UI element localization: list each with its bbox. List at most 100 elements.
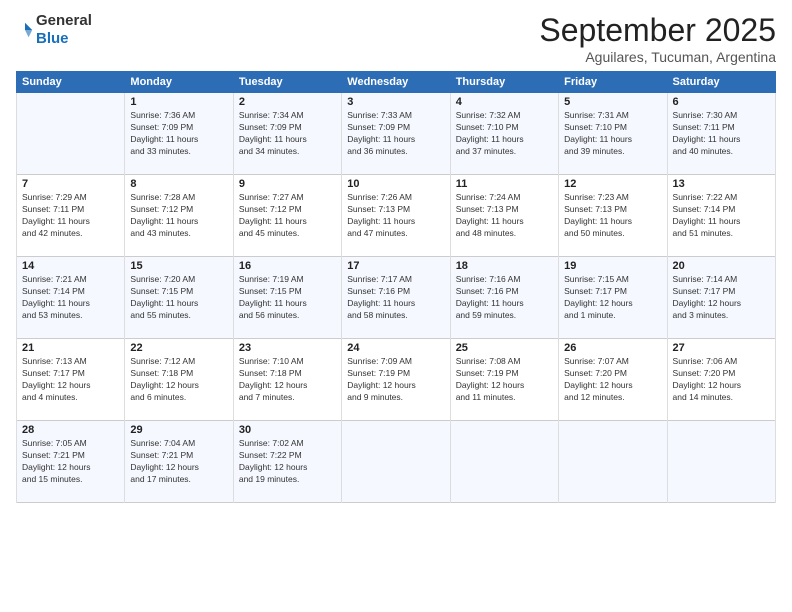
day-info: Sunrise: 7:27 AM Sunset: 7:12 PM Dayligh…: [239, 192, 336, 240]
day-number: 22: [130, 342, 227, 354]
day-cell: 27 Sunrise: 7:06 AM Sunset: 7:20 PM Dayli…: [667, 339, 775, 421]
day-cell: 21 Sunrise: 7:13 AM Sunset: 7:17 PM Dayli…: [17, 339, 125, 421]
logo-blue: Blue: [36, 30, 92, 48]
header-tuesday: Tuesday: [233, 72, 341, 93]
day-cell: 12 Sunrise: 7:23 AM Sunset: 7:13 PM Dayli…: [559, 175, 667, 257]
day-info: Sunrise: 7:05 AM Sunset: 7:21 PM Dayligh…: [22, 438, 119, 486]
day-info: Sunrise: 7:14 AM Sunset: 7:17 PM Dayligh…: [673, 274, 770, 322]
day-number: 25: [456, 342, 553, 354]
day-cell: 24Sunrise: 7:09 AM Sunset: 7:19 PM Dayli…: [342, 339, 450, 421]
day-number: 3: [347, 96, 444, 108]
day-info: Sunrise: 7:07 AM Sunset: 7:20 PM Dayligh…: [564, 356, 661, 404]
week-row-2: 7Sunrise: 7:29 AM Sunset: 7:11 PM Daylig…: [17, 175, 776, 257]
page: General Blue September 2025 Aguilares, T…: [0, 0, 792, 612]
day-cell: 29Sunrise: 7:04 AM Sunset: 7:21 PM Dayli…: [125, 421, 233, 503]
day-number: 27: [673, 342, 770, 354]
day-info: Sunrise: 7:13 AM Sunset: 7:17 PM Dayligh…: [22, 356, 119, 404]
title-block: September 2025 Aguilares, Tucuman, Argen…: [539, 12, 776, 65]
day-cell: 16 Sunrise: 7:19 AM Sunset: 7:15 PM Dayli…: [233, 257, 341, 339]
day-number: 28: [22, 424, 119, 436]
day-cell: [667, 421, 775, 503]
day-number: 21: [22, 342, 119, 354]
week-row-3: 14 Sunrise: 7:21 AM Sunset: 7:14 PM Dayli…: [17, 257, 776, 339]
day-number: 8: [130, 178, 227, 190]
day-cell: [559, 421, 667, 503]
logo-icon: [16, 21, 34, 39]
calendar-body: 1Sunrise: 7:36 AM Sunset: 7:09 PM Daylig…: [17, 93, 776, 503]
day-info: Sunrise: 7:19 AM Sunset: 7:15 PM Dayligh…: [239, 274, 336, 322]
day-cell: [342, 421, 450, 503]
week-row-5: 28 Sunrise: 7:05 AM Sunset: 7:21 PM Dayli…: [17, 421, 776, 503]
day-cell: 7Sunrise: 7:29 AM Sunset: 7:11 PM Daylig…: [17, 175, 125, 257]
day-cell: 19 Sunrise: 7:15 AM Sunset: 7:17 PM Dayli…: [559, 257, 667, 339]
day-cell: 18 Sunrise: 7:16 AM Sunset: 7:16 PM Dayli…: [450, 257, 558, 339]
day-number: 15: [130, 260, 227, 272]
header-thursday: Thursday: [450, 72, 558, 93]
day-cell: 9 Sunrise: 7:27 AM Sunset: 7:12 PM Daylig…: [233, 175, 341, 257]
logo-general: General: [36, 12, 92, 30]
day-number: 26: [564, 342, 661, 354]
day-info: Sunrise: 7:17 AM Sunset: 7:16 PM Dayligh…: [347, 274, 444, 322]
month-title: September 2025: [539, 12, 776, 49]
day-cell: 22 Sunrise: 7:12 AM Sunset: 7:18 PM Dayli…: [125, 339, 233, 421]
calendar-header-row: SundayMondayTuesdayWednesdayThursdayFrid…: [17, 72, 776, 93]
day-cell: 13Sunrise: 7:22 AM Sunset: 7:14 PM Dayli…: [667, 175, 775, 257]
day-cell: 6 Sunrise: 7:30 AM Sunset: 7:11 PM Daylig…: [667, 93, 775, 175]
day-cell: 26 Sunrise: 7:07 AM Sunset: 7:20 PM Dayli…: [559, 339, 667, 421]
header-friday: Friday: [559, 72, 667, 93]
day-number: 19: [564, 260, 661, 272]
day-number: 18: [456, 260, 553, 272]
day-info: Sunrise: 7:08 AM Sunset: 7:19 PM Dayligh…: [456, 356, 553, 404]
day-info: Sunrise: 7:02 AM Sunset: 7:22 PM Dayligh…: [239, 438, 336, 486]
calendar-table: SundayMondayTuesdayWednesdayThursdayFrid…: [16, 71, 776, 503]
day-cell: 3Sunrise: 7:33 AM Sunset: 7:09 PM Daylig…: [342, 93, 450, 175]
day-number: 1: [130, 96, 227, 108]
day-cell: 10Sunrise: 7:26 AM Sunset: 7:13 PM Dayli…: [342, 175, 450, 257]
day-info: Sunrise: 7:21 AM Sunset: 7:14 PM Dayligh…: [22, 274, 119, 322]
day-info: Sunrise: 7:15 AM Sunset: 7:17 PM Dayligh…: [564, 274, 661, 322]
day-cell: 15Sunrise: 7:20 AM Sunset: 7:15 PM Dayli…: [125, 257, 233, 339]
day-cell: 23 Sunrise: 7:10 AM Sunset: 7:18 PM Dayli…: [233, 339, 341, 421]
day-number: 9: [239, 178, 336, 190]
day-number: 16: [239, 260, 336, 272]
day-info: Sunrise: 7:24 AM Sunset: 7:13 PM Dayligh…: [456, 192, 553, 240]
week-row-1: 1Sunrise: 7:36 AM Sunset: 7:09 PM Daylig…: [17, 93, 776, 175]
day-cell: 4Sunrise: 7:32 AM Sunset: 7:10 PM Daylig…: [450, 93, 558, 175]
logo: General Blue: [16, 12, 92, 48]
day-number: 5: [564, 96, 661, 108]
day-number: 10: [347, 178, 444, 190]
day-cell: 28 Sunrise: 7:05 AM Sunset: 7:21 PM Dayli…: [17, 421, 125, 503]
location-subtitle: Aguilares, Tucuman, Argentina: [539, 49, 776, 65]
header-saturday: Saturday: [667, 72, 775, 93]
day-info: Sunrise: 7:23 AM Sunset: 7:13 PM Dayligh…: [564, 192, 661, 240]
day-number: 12: [564, 178, 661, 190]
day-number: 24: [347, 342, 444, 354]
day-info: Sunrise: 7:12 AM Sunset: 7:18 PM Dayligh…: [130, 356, 227, 404]
day-info: Sunrise: 7:28 AM Sunset: 7:12 PM Dayligh…: [130, 192, 227, 240]
day-cell: [450, 421, 558, 503]
week-row-4: 21 Sunrise: 7:13 AM Sunset: 7:17 PM Dayli…: [17, 339, 776, 421]
day-number: 29: [130, 424, 227, 436]
day-number: 14: [22, 260, 119, 272]
header-monday: Monday: [125, 72, 233, 93]
day-cell: 1Sunrise: 7:36 AM Sunset: 7:09 PM Daylig…: [125, 93, 233, 175]
day-info: Sunrise: 7:16 AM Sunset: 7:16 PM Dayligh…: [456, 274, 553, 322]
day-info: Sunrise: 7:30 AM Sunset: 7:11 PM Dayligh…: [673, 110, 770, 158]
day-info: Sunrise: 7:06 AM Sunset: 7:20 PM Dayligh…: [673, 356, 770, 404]
day-cell: 5 Sunrise: 7:31 AM Sunset: 7:10 PM Daylig…: [559, 93, 667, 175]
day-cell: 14 Sunrise: 7:21 AM Sunset: 7:14 PM Dayli…: [17, 257, 125, 339]
day-cell: 20Sunrise: 7:14 AM Sunset: 7:17 PM Dayli…: [667, 257, 775, 339]
day-info: Sunrise: 7:22 AM Sunset: 7:14 PM Dayligh…: [673, 192, 770, 240]
day-info: Sunrise: 7:31 AM Sunset: 7:10 PM Dayligh…: [564, 110, 661, 158]
day-cell: 25 Sunrise: 7:08 AM Sunset: 7:19 PM Dayli…: [450, 339, 558, 421]
day-number: 23: [239, 342, 336, 354]
day-info: Sunrise: 7:32 AM Sunset: 7:10 PM Dayligh…: [456, 110, 553, 158]
day-number: 6: [673, 96, 770, 108]
day-info: Sunrise: 7:10 AM Sunset: 7:18 PM Dayligh…: [239, 356, 336, 404]
header-sunday: Sunday: [17, 72, 125, 93]
day-info: Sunrise: 7:29 AM Sunset: 7:11 PM Dayligh…: [22, 192, 119, 240]
day-cell: [17, 93, 125, 175]
day-number: 17: [347, 260, 444, 272]
day-cell: 8 Sunrise: 7:28 AM Sunset: 7:12 PM Daylig…: [125, 175, 233, 257]
day-number: 30: [239, 424, 336, 436]
